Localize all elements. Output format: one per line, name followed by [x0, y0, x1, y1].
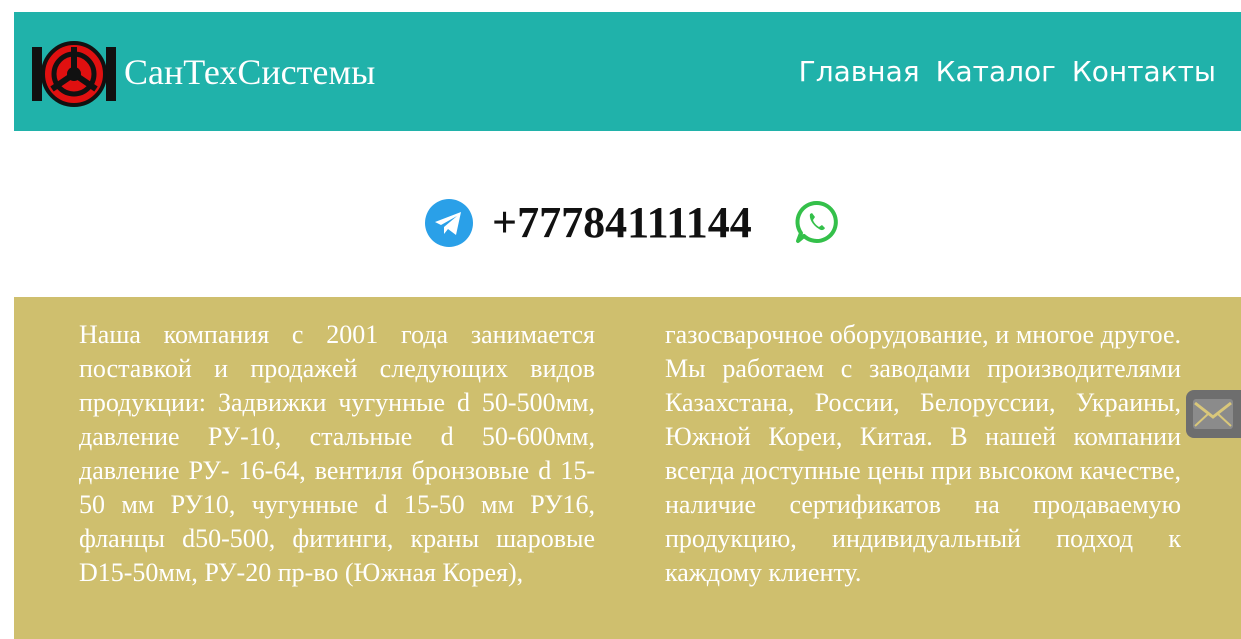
- main-nav: Главная Каталог Контакты: [799, 52, 1216, 92]
- whatsapp-icon[interactable]: [795, 200, 839, 244]
- brand-name[interactable]: СанТехСистемы: [124, 48, 375, 96]
- nav-item-contacts[interactable]: Контакты: [1072, 52, 1216, 92]
- telegram-icon[interactable]: [424, 198, 474, 248]
- nav-item-catalog[interactable]: Каталог: [936, 52, 1056, 92]
- about-section: Наша компания с 2001 года занимается пос…: [14, 297, 1241, 639]
- valve-handwheel-icon[interactable]: [32, 41, 116, 107]
- contact-bar: +77784111144: [0, 196, 1241, 252]
- about-text-column-2: газосварочное оборудование, и многое дру…: [665, 320, 1181, 587]
- floating-mail-button[interactable]: [1186, 390, 1241, 438]
- mail-icon: [1193, 399, 1233, 429]
- site-header: СанТехСистемы Главная Каталог Контакты: [14, 12, 1241, 131]
- about-text-column-1: Наша компания с 2001 года занимается пос…: [79, 320, 595, 587]
- nav-item-home[interactable]: Главная: [799, 52, 920, 92]
- phone-number[interactable]: +77784111144: [492, 196, 752, 250]
